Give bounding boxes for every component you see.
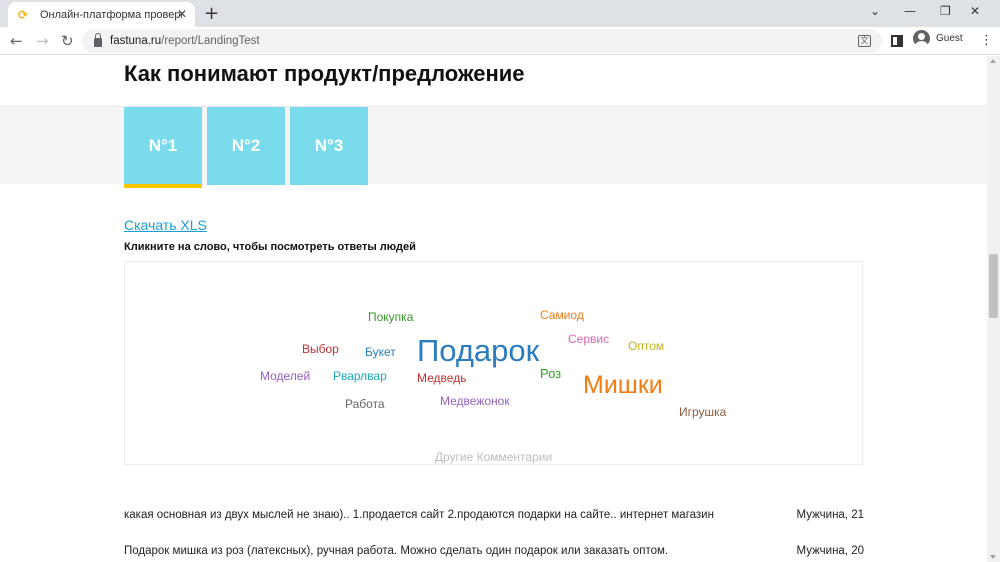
- close-window-icon[interactable]: ✕: [970, 4, 980, 18]
- cloud-word-medvezhonok[interactable]: Медвежонок: [440, 394, 510, 408]
- cloud-word-optom[interactable]: Оптом: [628, 339, 664, 353]
- other-comments-link[interactable]: Другие Комментарии: [125, 450, 862, 464]
- cloud-word-servis[interactable]: Сервис: [568, 332, 609, 346]
- browser-tab-strip: ⟳ Онлайн-платформа проверки и ✕ + ⌄ — ❐ …: [0, 0, 1000, 27]
- side-panel-icon[interactable]: [891, 35, 903, 47]
- tab-search-icon[interactable]: ⌄: [870, 4, 880, 18]
- avatar: [913, 30, 930, 47]
- page-title: Как понимают продукт/предложение: [124, 61, 525, 86]
- browser-toolbar: ← → ↻ fastuna.ru/report/LandingTest 文 Gu…: [0, 27, 1000, 55]
- download-xls-link[interactable]: Скачать XLS: [124, 217, 207, 233]
- browser-menu-icon[interactable]: ⋮: [980, 33, 993, 48]
- cloud-word-roz[interactable]: Роз: [540, 366, 561, 381]
- respondent-info: Мужчина, 21: [796, 509, 865, 521]
- response-text: Подарок мишка из роз (латексных), ручная…: [124, 545, 669, 557]
- url-domain: fastuna.ru: [110, 35, 162, 47]
- tab-segment-1[interactable]: N°1: [124, 107, 202, 185]
- active-tab-indicator: [124, 184, 202, 188]
- url-text: fastuna.ru/report/LandingTest: [110, 35, 260, 47]
- forward-icon[interactable]: →: [36, 32, 49, 50]
- response-row: какая основная из двух мыслей не знаю)..…: [124, 509, 864, 521]
- cloud-word-mishki[interactable]: Мишки: [583, 371, 663, 400]
- tab-segment-3[interactable]: N°3: [290, 107, 368, 185]
- cloud-word-pokupka[interactable]: Покупка: [368, 310, 413, 324]
- restore-icon[interactable]: ❐: [940, 4, 951, 18]
- reload-icon[interactable]: ↻: [61, 32, 74, 50]
- page-content: Как понимают продукт/предложение N°1 N°2…: [0, 56, 987, 562]
- minimize-icon[interactable]: —: [904, 4, 916, 18]
- respondent-info: Мужчина, 20: [796, 545, 865, 557]
- lock-icon[interactable]: [94, 33, 102, 47]
- new-tab-icon[interactable]: +: [204, 3, 219, 24]
- cloud-word-podarok[interactable]: Подарок: [417, 333, 539, 369]
- profile-button[interactable]: Guest: [913, 30, 963, 47]
- browser-tab[interactable]: ⟳ Онлайн-платформа проверки и ✕: [8, 2, 195, 27]
- cloud-word-vybor[interactable]: Выбор: [302, 342, 339, 356]
- response-row: Подарок мишка из роз (латексных), ручная…: [124, 545, 864, 557]
- site-favicon-icon: ⟳: [18, 7, 29, 22]
- page-scrollbar[interactable]: [987, 56, 1000, 562]
- address-bar[interactable]: fastuna.ru/report/LandingTest: [82, 29, 882, 53]
- response-text: какая основная из двух мыслей не знаю)..…: [124, 509, 714, 521]
- back-icon[interactable]: ←: [10, 32, 23, 50]
- url-path: /report/LandingTest: [161, 35, 260, 47]
- cloud-word-samiod[interactable]: Самиод: [540, 308, 584, 322]
- profile-name: Guest: [936, 33, 963, 44]
- word-cloud-hint: Кликните на слово, чтобы посмотреть отве…: [124, 241, 416, 253]
- tab-title: Онлайн-платформа проверки и: [40, 8, 182, 21]
- cloud-word-modeley[interactable]: Моделей: [260, 369, 310, 383]
- scroll-up-icon[interactable]: [990, 59, 996, 63]
- scroll-down-icon[interactable]: [990, 555, 996, 559]
- close-tab-icon[interactable]: ✕: [177, 7, 187, 21]
- translate-icon[interactable]: 文: [858, 35, 871, 47]
- scrollbar-thumb[interactable]: [989, 254, 998, 318]
- word-cloud: Подарок Мишки Покупка Самиод Сервис Опто…: [124, 261, 863, 465]
- cloud-word-igrushka[interactable]: Игрушка: [679, 405, 726, 419]
- segment-tabs: N°1 N°2 N°3: [0, 106, 987, 185]
- cloud-word-rabota[interactable]: Работа: [345, 397, 385, 411]
- cloud-word-rvarlvar[interactable]: Рварлвар: [333, 369, 387, 383]
- cloud-word-medved[interactable]: Медведь: [417, 371, 466, 385]
- cloud-word-buket[interactable]: Букет: [365, 345, 396, 359]
- tab-segment-2[interactable]: N°2: [207, 107, 285, 185]
